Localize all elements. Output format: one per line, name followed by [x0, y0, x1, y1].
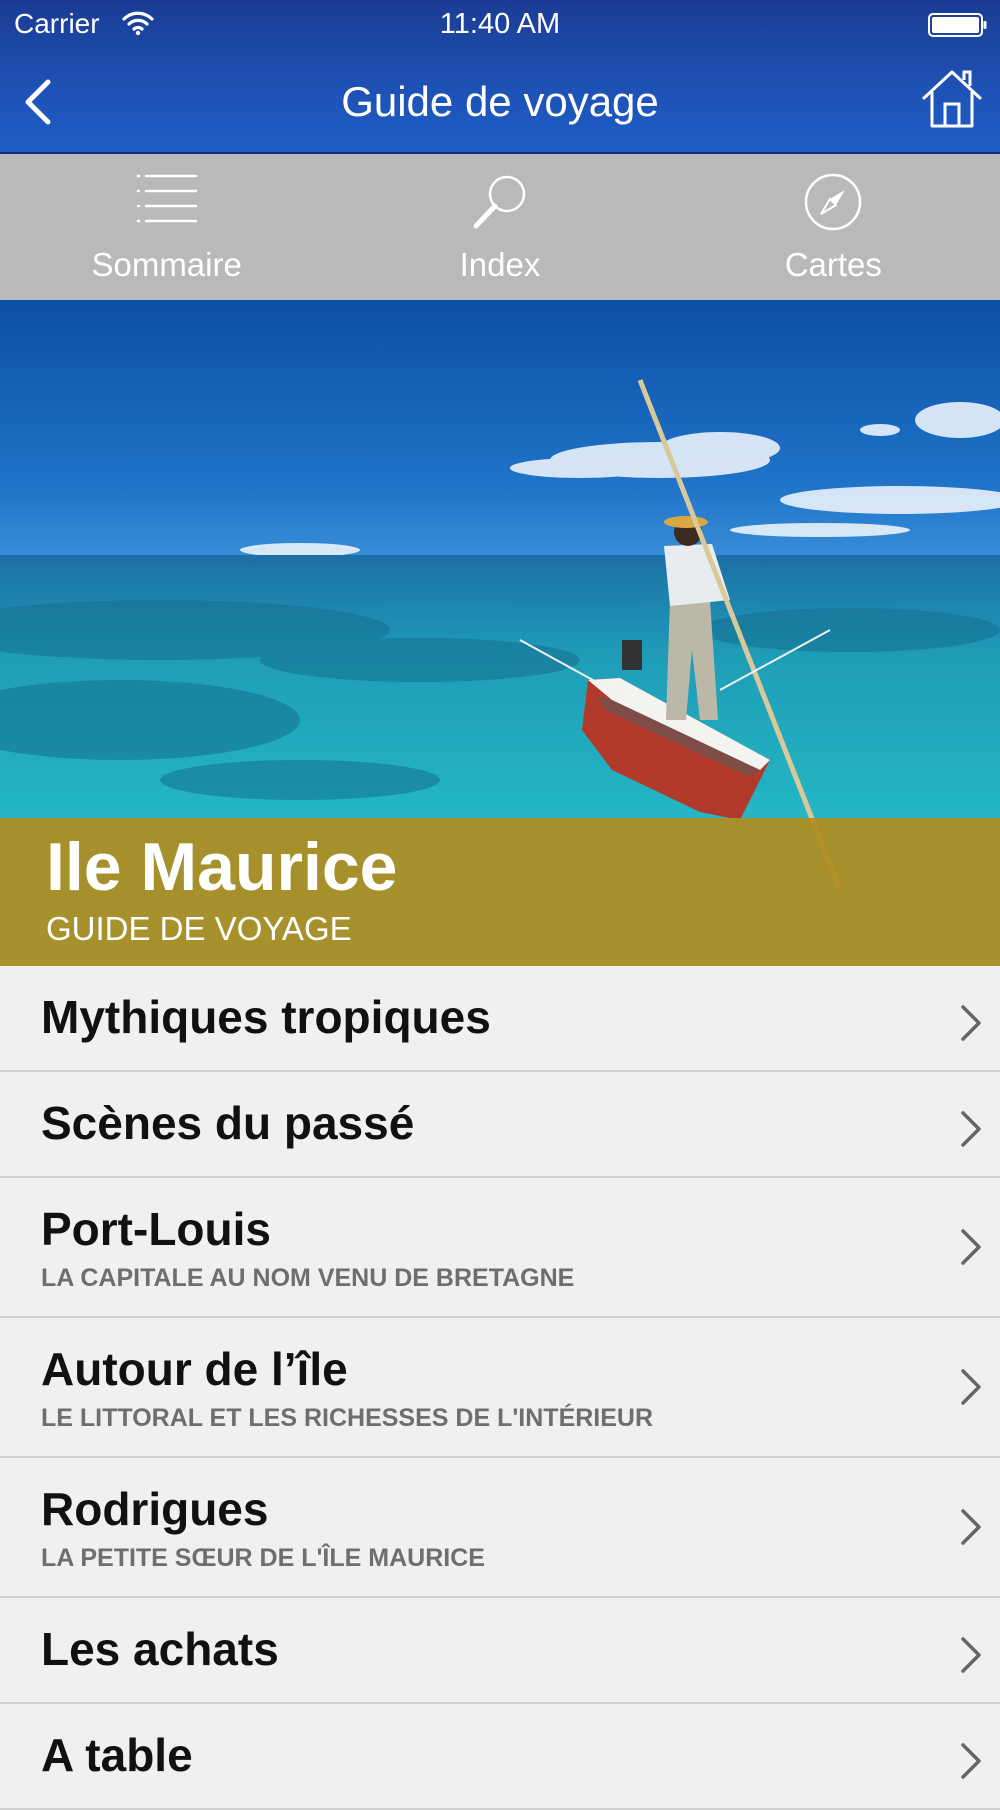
list-item-subtitle: LA PETITE SŒUR DE L'ÎLE MAURICE	[41, 1544, 485, 1572]
chevron-right-icon	[961, 1637, 981, 1673]
chevron-right-icon	[961, 1005, 981, 1041]
status-bar: Carrier 11:40 AM	[0, 0, 1000, 50]
list-item[interactable]: Port-Louis LA CAPITALE AU NOM VENU DE BR…	[0, 1178, 1000, 1318]
list-item[interactable]: Rodrigues LA PETITE SŒUR DE L'ÎLE MAURIC…	[0, 1458, 1000, 1598]
list-item[interactable]: Mythiques tropiques	[0, 966, 1000, 1072]
nav-bar: Guide de voyage	[0, 54, 1000, 150]
list-item-title: Scènes du passé	[41, 1097, 415, 1149]
tab-sommaire[interactable]: Sommaire	[0, 154, 333, 300]
hero-banner: Ile Maurice GUIDE DE VOYAGE	[0, 818, 1000, 966]
home-icon	[922, 70, 982, 128]
chevron-right-icon	[961, 1229, 981, 1265]
list-icon	[136, 174, 197, 223]
guide-subtitle: GUIDE DE VOYAGE	[46, 910, 352, 947]
page-title: Guide de voyage	[341, 78, 659, 125]
list-item[interactable]: A table	[0, 1704, 1000, 1810]
chevron-right-icon	[961, 1369, 981, 1405]
tab-cartes[interactable]: Cartes	[667, 154, 1000, 300]
compass-icon	[805, 173, 862, 231]
chevron-right-icon	[961, 1509, 981, 1545]
guide-title: Ile Maurice	[46, 829, 398, 905]
chapter-list: Mythiques tropiques Scènes du passé Port…	[0, 966, 1000, 1810]
list-item-title: Rodrigues	[41, 1483, 269, 1535]
tab-cartes-label: Cartes	[784, 246, 882, 283]
status-time: 11:40 AM	[439, 8, 561, 40]
list-item[interactable]: Les achats	[0, 1598, 1000, 1704]
list-item-title: Autour de l’île	[41, 1343, 348, 1395]
hero: Ile Maurice GUIDE DE VOYAGE	[0, 300, 1000, 966]
tab-index[interactable]: Index	[333, 154, 666, 300]
list-item-title: Port-Louis	[41, 1203, 271, 1255]
list-item-title: A table	[41, 1729, 193, 1781]
list-item-title: Les achats	[41, 1623, 279, 1675]
chevron-right-icon	[961, 1743, 981, 1779]
magnifier-icon	[473, 175, 526, 229]
tab-index-label: Index	[459, 246, 541, 283]
tab-sommaire-label: Sommaire	[91, 246, 242, 283]
header: Carrier 11:40 AM Guide de voyage	[0, 0, 1000, 154]
toolbar: Sommaire Index Cartes	[0, 154, 1000, 300]
list-item[interactable]: Scènes du passé	[0, 1072, 1000, 1178]
battery-icon	[928, 13, 987, 37]
list-item[interactable]: Autour de l’île LE LITTORAL ET LES RICHE…	[0, 1318, 1000, 1458]
list-item-title: Mythiques tropiques	[41, 991, 491, 1043]
list-item-subtitle: LA CAPITALE AU NOM VENU DE BRETAGNE	[41, 1264, 575, 1292]
chevron-right-icon	[961, 1111, 981, 1147]
list-item-subtitle: LE LITTORAL ET LES RICHESSES DE L'INTÉRI…	[41, 1404, 654, 1432]
home-button[interactable]	[920, 66, 984, 130]
